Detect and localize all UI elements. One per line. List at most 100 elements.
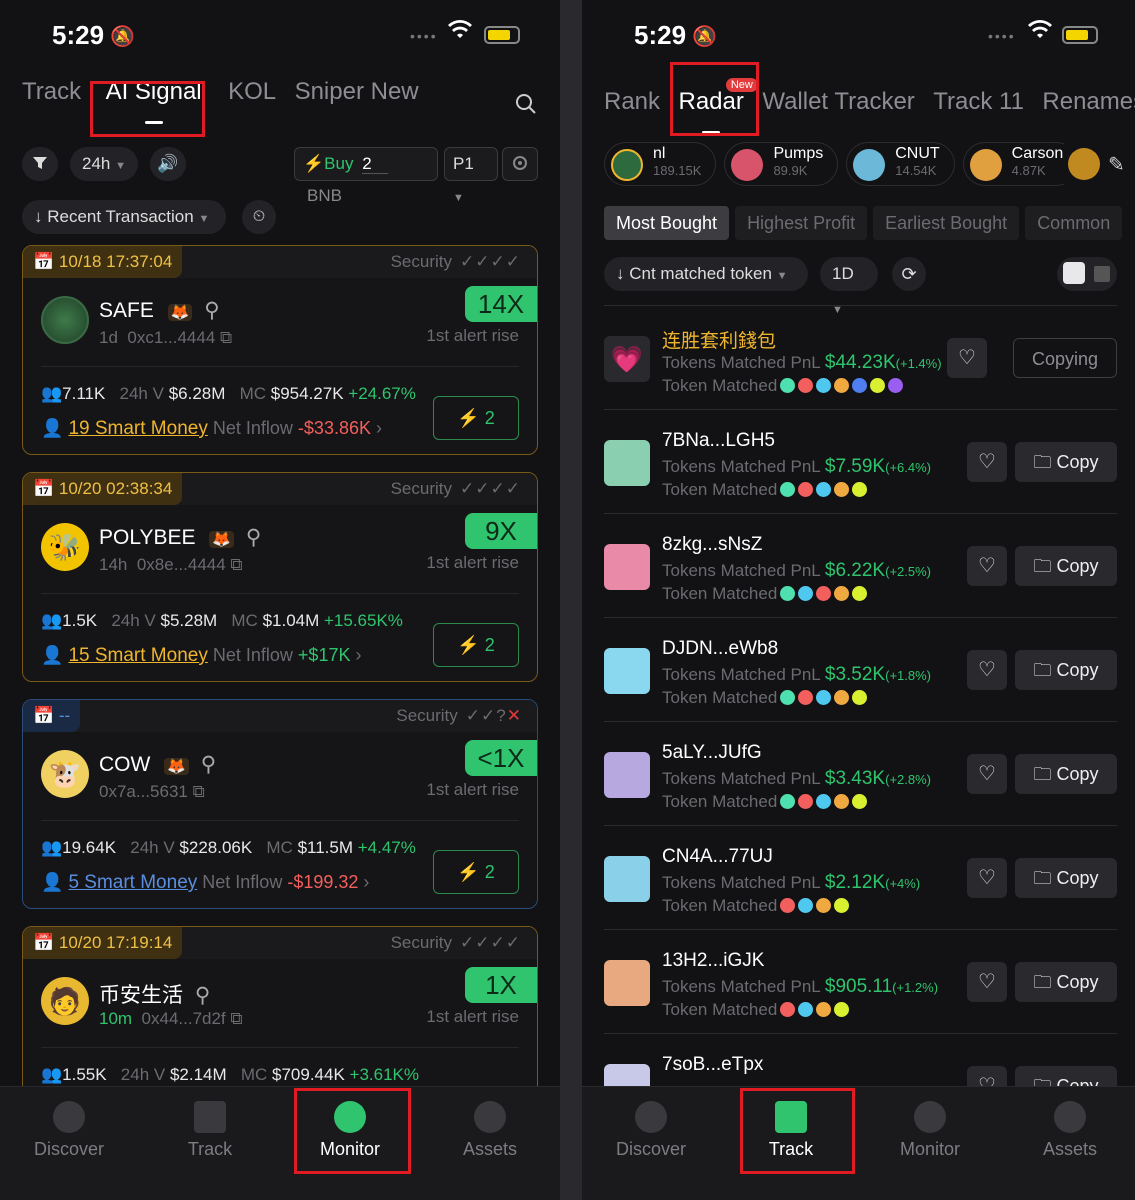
follow-heart-icon[interactable]: ♡ bbox=[947, 338, 987, 378]
chevron-down-icon: ▼ bbox=[198, 213, 210, 225]
copy-icon[interactable]: ⧉ bbox=[230, 1009, 242, 1028]
preset-dropdown[interactable]: P1 ▼ bbox=[444, 147, 498, 204]
follow-heart-icon[interactable]: ♡ bbox=[967, 546, 1007, 586]
filter-earliest-bought[interactable]: Earliest Bought bbox=[873, 206, 1020, 240]
settings-gear-icon[interactable] bbox=[502, 147, 538, 181]
quick-buy-button[interactable]: ⚡ 2 bbox=[433, 623, 519, 667]
smart-money-link[interactable]: 15 Smart Money bbox=[68, 645, 207, 666]
token-avatar: 🐝 bbox=[41, 523, 89, 571]
copy-button[interactable]: 🗀 Copy bbox=[1015, 858, 1117, 898]
signal-card[interactable]: 📅 10/20 02:38:34 Security ✓✓✓✓ 🐝 POLYBEE … bbox=[22, 472, 538, 682]
wallet-row[interactable]: 8zkg...sNsZ Tokens Matched PnL $6.22K(+2… bbox=[604, 513, 1117, 617]
copy-button[interactable]: 🗀 Copy bbox=[1015, 650, 1117, 690]
matched-line: Token Matched bbox=[662, 896, 850, 916]
copy-icon[interactable]: ⧉ bbox=[220, 328, 232, 347]
refresh-icon[interactable]: ⟳ bbox=[892, 257, 926, 291]
filter-common[interactable]: Common bbox=[1025, 206, 1123, 240]
follow-heart-icon[interactable]: ♡ bbox=[967, 754, 1007, 794]
nav-track[interactable]: Track bbox=[145, 1101, 275, 1160]
follow-heart-icon[interactable]: ♡ bbox=[967, 962, 1007, 1002]
quick-buy-button[interactable]: ⚡ 2 bbox=[433, 850, 519, 894]
wallet-row[interactable]: 💗 连胜套利錢包 Tokens Matched PnL $44.23K(+1.4… bbox=[604, 305, 1117, 409]
token-avatar bbox=[41, 296, 89, 344]
list-view-icon[interactable] bbox=[1063, 262, 1085, 284]
wallet-row[interactable]: 7BNa...LGH5 Tokens Matched PnL $7.59K(+6… bbox=[604, 409, 1117, 513]
kol-chip[interactable]: nl 189.15K bbox=[604, 142, 717, 186]
highlight-box-ai-signal bbox=[90, 81, 205, 137]
fox-icon: 🦊 bbox=[209, 531, 235, 548]
nav-discover[interactable]: Discover bbox=[586, 1101, 716, 1160]
tab-wallet-tracker[interactable]: Wallet Tracker bbox=[762, 88, 914, 116]
kol-chip[interactable]: Carson 4.87K bbox=[962, 142, 1079, 186]
refresh-timer-icon[interactable]: ⏲ bbox=[242, 200, 276, 234]
crown-icon bbox=[194, 1101, 226, 1133]
location-pin-icon bbox=[914, 1101, 946, 1133]
copy-button[interactable]: 🗀 Copy bbox=[1015, 546, 1117, 586]
wallet-row[interactable]: 13H2...iGJK Tokens Matched PnL $905.11(+… bbox=[604, 929, 1117, 1033]
nav-assets[interactable]: Assets bbox=[425, 1101, 555, 1160]
wallet-row[interactable]: DJDN...eWb8 Tokens Matched PnL $3.52K(+1… bbox=[604, 617, 1117, 721]
grid-view-icon[interactable] bbox=[1093, 266, 1110, 282]
copy-icon[interactable]: ⧉ bbox=[193, 782, 205, 801]
status-bar: 5:29 🔕 •••• bbox=[0, 18, 560, 54]
period-dropdown[interactable]: 1D ▼ bbox=[820, 257, 878, 316]
period-dropdown[interactable]: 24h ▼ bbox=[70, 147, 138, 181]
copying-button[interactable]: Copying bbox=[1013, 338, 1117, 378]
follow-heart-icon[interactable]: ♡ bbox=[967, 650, 1007, 690]
tab-kol[interactable]: KOL bbox=[228, 78, 276, 106]
token-age: 10m bbox=[99, 1009, 133, 1028]
kol-chip[interactable]: Pumps 89.9K bbox=[724, 142, 839, 186]
search-icon[interactable] bbox=[514, 92, 538, 116]
nav-discover[interactable]: Discover bbox=[4, 1101, 134, 1160]
filter-most-bought[interactable]: Most Bought bbox=[604, 206, 730, 240]
matched-line: Token Matched bbox=[662, 1000, 850, 1020]
mc-value: $954.27K bbox=[270, 384, 344, 403]
status-bar: 5:29 🔕 •••• bbox=[582, 18, 1135, 54]
tab-sniper-new[interactable]: Sniper New bbox=[295, 78, 419, 106]
buy-amount-field[interactable]: ⚡Buy 2 BNB bbox=[294, 147, 438, 205]
search-icon[interactable]: ⚲ bbox=[204, 299, 219, 322]
wallet-row[interactable]: 5aLY...JUfG Tokens Matched PnL $3.43K(+2… bbox=[604, 721, 1117, 825]
wallet-row[interactable]: CN4A...77UJ Tokens Matched PnL $2.12K(+4… bbox=[604, 825, 1117, 929]
copy-button[interactable]: 🗀 Copy bbox=[1015, 962, 1117, 1002]
smart-money-row[interactable]: 👤 15 Smart Money Net Inflow +$17K › bbox=[41, 645, 362, 667]
kol-chip[interactable]: CNUT 14.54K bbox=[846, 142, 955, 186]
sound-icon[interactable]: 🔊 bbox=[150, 147, 186, 181]
smart-money-link[interactable]: 19 Smart Money bbox=[68, 418, 207, 439]
nav-label: Monitor bbox=[899, 1139, 961, 1159]
copy-button[interactable]: 🗀 Copy bbox=[1015, 754, 1117, 794]
alert-time: 10/18 17:37:04 bbox=[58, 252, 173, 271]
quick-buy-button[interactable]: ⚡ 2 bbox=[433, 396, 519, 440]
copy-icon[interactable]: ⧉ bbox=[230, 555, 242, 574]
edit-pencil-icon[interactable]: ✎ bbox=[1108, 152, 1125, 177]
follow-heart-icon[interactable]: ♡ bbox=[967, 442, 1007, 482]
follow-heart-icon[interactable]: ♡ bbox=[967, 858, 1007, 898]
token-dot bbox=[798, 378, 814, 393]
tab-renames[interactable]: Renames bbox=[1042, 88, 1135, 116]
tab-rank[interactable]: Rank bbox=[604, 88, 660, 116]
token-dot bbox=[834, 378, 850, 393]
search-icon[interactable]: ⚲ bbox=[246, 526, 261, 549]
nav-assets[interactable]: Assets bbox=[1005, 1101, 1135, 1160]
copy-button[interactable]: 🗀 Copy bbox=[1015, 442, 1117, 482]
filter-highest-profit[interactable]: Highest Profit bbox=[735, 206, 868, 240]
smart-money-row[interactable]: 👤 5 Smart Money Net Inflow -$199.32 › bbox=[41, 872, 369, 894]
pnl-value: $3.52K bbox=[824, 664, 886, 685]
sort-filter-chips: Most Bought Highest Profit Earliest Bought… bbox=[604, 206, 1135, 240]
signal-card[interactable]: 📅 -- Security ✓✓?✕ 🐮 COW 🦊 ⚲ 0x7a...5631 … bbox=[22, 699, 538, 909]
pnl-line: Tokens Matched PnL $6.22K(+2.5%) bbox=[662, 560, 931, 582]
smart-money-link[interactable]: 5 Smart Money bbox=[68, 872, 197, 893]
filter-icon[interactable] bbox=[22, 147, 58, 181]
sort-dropdown[interactable]: ↓ Cnt matched token ▼ bbox=[604, 257, 808, 291]
nav-monitor[interactable]: Monitor bbox=[865, 1101, 995, 1160]
search-icon[interactable]: ⚲ bbox=[195, 984, 210, 1007]
token-dot bbox=[852, 586, 868, 601]
search-icon[interactable]: ⚲ bbox=[201, 753, 216, 776]
volume-label: 24h V bbox=[111, 611, 156, 630]
tab-track[interactable]: Track bbox=[22, 78, 81, 106]
tab-track-11[interactable]: Track 11 bbox=[933, 88, 1024, 116]
sort-dropdown[interactable]: ↓ Recent Transaction ▼ bbox=[22, 200, 226, 234]
security-status: Security ✓✓?✕ bbox=[396, 706, 521, 726]
signal-card[interactable]: 📅 10/18 17:37:04 Security ✓✓✓✓ SAFE 🦊 ⚲ 1… bbox=[22, 245, 538, 455]
smart-money-row[interactable]: 👤 19 Smart Money Net Inflow -$33.86K › bbox=[41, 418, 382, 440]
